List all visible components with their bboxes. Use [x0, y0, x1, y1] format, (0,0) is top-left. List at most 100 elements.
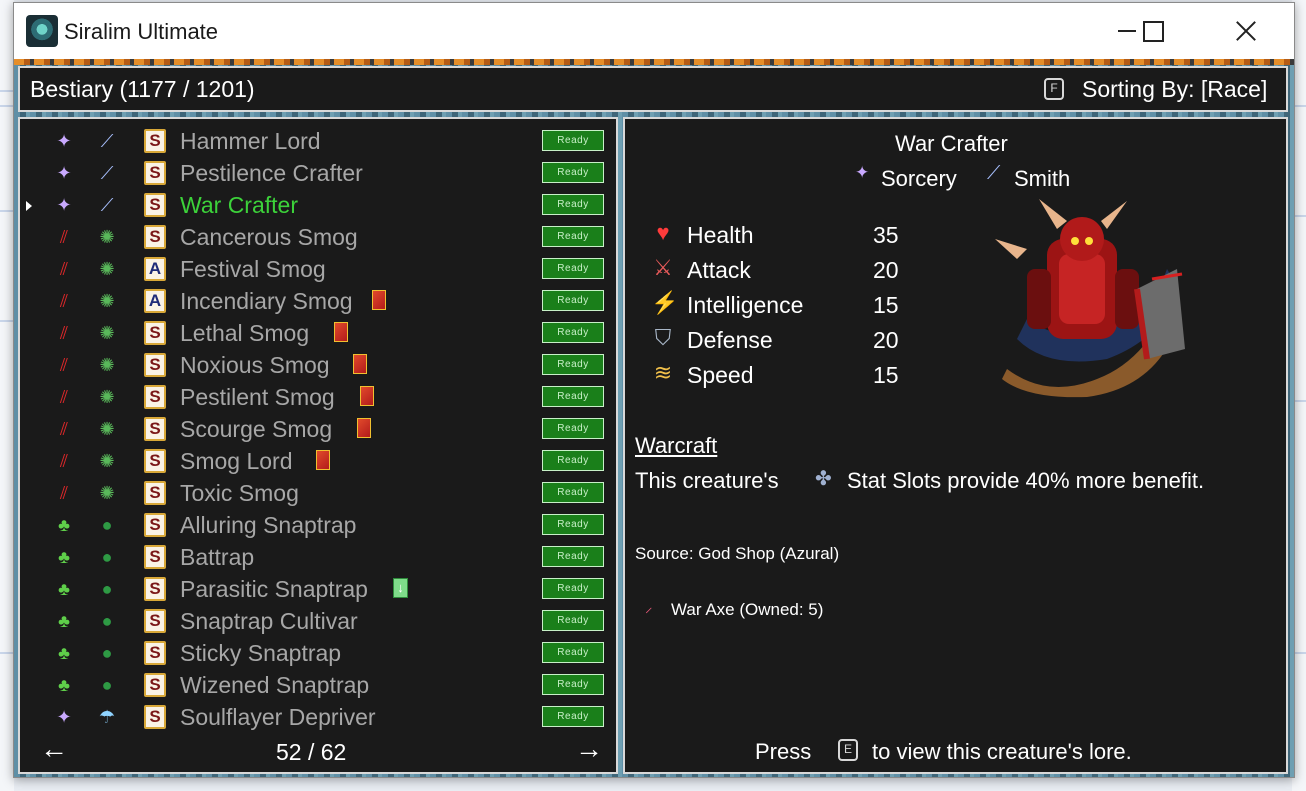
stat-speed-value: 15 [873, 362, 899, 388]
maximize-button[interactable] [1130, 3, 1176, 59]
creature-name-label: Noxious Smog [180, 352, 330, 378]
heart-icon: ♥ [656, 220, 670, 245]
creature-name-label: Parasitic Snaptrap [180, 576, 368, 602]
next-page-arrow-icon[interactable]: → [575, 733, 603, 765]
stat-speed-label: Speed [687, 362, 754, 388]
e-key-icon[interactable]: E [838, 739, 858, 761]
list-item[interactable]: ♣ ● S Wizened Snaptrap Ready [20, 669, 620, 701]
selection-cursor-icon [26, 201, 32, 211]
ready-badge: Ready [542, 194, 604, 215]
artifact-card-icon [360, 386, 374, 406]
creature-name-label: War Crafter [180, 192, 298, 218]
ready-badge: Ready [542, 322, 604, 343]
list-item[interactable]: ⫽ ✺ S Cancerous Smog Ready [20, 221, 620, 253]
trait-name: Warcraft [635, 433, 718, 458]
close-icon [1235, 20, 1257, 42]
creature-name-label: Pestilence Crafter [180, 160, 363, 186]
class-badge-icon: S [144, 129, 166, 153]
creature-name-label: Pestilent Smog [180, 384, 335, 410]
list-item[interactable]: ✦ ⟋ S Hammer Lord Ready [20, 125, 620, 157]
ready-badge: Ready [542, 162, 604, 183]
class-badge-icon: S [144, 225, 166, 249]
close-button[interactable] [1223, 3, 1269, 59]
list-item[interactable]: ♣ ● S Snaptrap Cultivar Ready [20, 605, 620, 637]
list-item[interactable]: ⫽ ✺ A Incendiary Smog Ready [20, 285, 620, 317]
claw-icon: ⫽ [59, 387, 69, 407]
smog-icon: ✺ [99, 483, 115, 503]
snaptrap-icon: ● [101, 611, 113, 631]
class-badge-icon: S [144, 641, 166, 665]
creature-class: Sorcery [881, 166, 957, 191]
artifact-card-icon [353, 354, 367, 374]
list-item[interactable]: ⫽ ✺ S Toxic Smog Ready [20, 477, 620, 509]
wing-icon: ≋ [653, 360, 673, 385]
list-item[interactable]: ♣ ● S Alluring Snaptrap Ready [20, 509, 620, 541]
axe-icon: ⟋ [100, 131, 114, 151]
artifact-card-icon [372, 290, 386, 310]
page-indicator: 52 / 62 [276, 739, 347, 765]
creature-sprite [995, 199, 1185, 398]
ready-badge: Ready [542, 706, 604, 727]
class-badge-icon: S [144, 513, 166, 537]
leaf-icon: ♣ [58, 515, 70, 535]
ready-badge: Ready [542, 418, 604, 439]
creature-list-panel: ✦ ⟋ S Hammer Lord Ready ✦ ⟋ S Pestilence Crafter… [18, 117, 618, 774]
snaptrap-icon: ● [101, 547, 113, 567]
creature-family: Smith [1014, 166, 1071, 191]
class-badge-icon: S [144, 321, 166, 345]
list-item[interactable]: ⫽ ✺ S Smog Lord Ready [20, 445, 620, 477]
smog-icon: ✺ [99, 387, 115, 407]
axe-icon: ⟋ [100, 163, 114, 183]
prev-page-arrow-icon[interactable]: ← [40, 733, 68, 765]
class-badge-icon: S [144, 385, 166, 409]
axe-icon: ⟋ [987, 163, 1001, 184]
creature-name-label: Incendiary Smog [180, 288, 353, 314]
class-badge-icon: S [144, 353, 166, 377]
class-badge-icon: S [144, 481, 166, 505]
snaptrap-icon: ● [101, 579, 113, 599]
list-item[interactable]: ✦ ⟋ S War Crafter Ready [20, 189, 620, 221]
list-item[interactable]: ✦ ⟋ S Pestilence Crafter Ready [20, 157, 620, 189]
list-item[interactable]: ⫽ ✺ S Scourge Smog Ready [20, 413, 620, 445]
window-title: Siralim Ultimate [64, 19, 219, 44]
leaf-icon: ♣ [58, 579, 70, 599]
creature-name-label: Toxic Smog [180, 480, 299, 506]
ready-badge: Ready [542, 354, 604, 375]
list-item[interactable]: ⫽ ✺ S Lethal Smog Ready [20, 317, 620, 349]
ready-badge: Ready [542, 450, 604, 471]
footer-press: Press [755, 739, 812, 764]
creature-name-label: Wizened Snaptrap [180, 672, 370, 698]
app-icon [26, 15, 58, 47]
creature-name-label: Hammer Lord [180, 128, 321, 154]
list-item[interactable]: ♣ ● S Battrap Ready [20, 541, 620, 573]
list-item[interactable]: ⫽ ✺ S Noxious Smog Ready [20, 349, 620, 381]
class-badge-icon: S [144, 193, 166, 217]
list-item[interactable]: ✦ ☂ S Soulflayer Depriver Ready [20, 701, 620, 733]
bestiary-title: Bestiary (1177 / 1201) [30, 76, 255, 102]
leaf-icon: ♣ [58, 675, 70, 695]
axe-icon: ⟋ [100, 195, 114, 215]
ready-badge: Ready [542, 130, 604, 151]
creature-name-label: Battrap [180, 544, 255, 570]
list-item[interactable]: ⫽ ✺ S Pestilent Smog Ready [20, 381, 620, 413]
ready-badge: Ready [542, 546, 604, 567]
ready-badge: Ready [542, 290, 604, 311]
class-badge-icon: S [144, 545, 166, 569]
smog-icon: ✺ [99, 419, 115, 439]
decorative-border [14, 59, 1294, 65]
stat-health-value: 35 [873, 222, 899, 248]
sorcery-icon: ✦ [56, 195, 72, 215]
list-item[interactable]: ♣ ● S Parasitic Snaptrap ↓ Ready [20, 573, 620, 605]
sort-label[interactable]: Sorting By: [Race] [1082, 76, 1267, 103]
ready-badge: Ready [542, 674, 604, 695]
source-text: Source: God Shop (Azural) [635, 544, 840, 563]
lightning-icon: ⚡ [651, 290, 679, 315]
ready-badge: Ready [542, 258, 604, 279]
list-item[interactable]: ⫽ ✺ A Festival Smog Ready [20, 253, 620, 285]
stat-intelligence-label: Intelligence [687, 292, 804, 318]
sorcery-icon: ✦ [56, 131, 72, 151]
ready-badge: Ready [542, 514, 604, 535]
list-item[interactable]: ♣ ● S Sticky Snaptrap Ready [20, 637, 620, 669]
footer-lore-text: to view this creature's lore. [872, 739, 1132, 764]
claw-icon: ⫽ [59, 259, 69, 279]
